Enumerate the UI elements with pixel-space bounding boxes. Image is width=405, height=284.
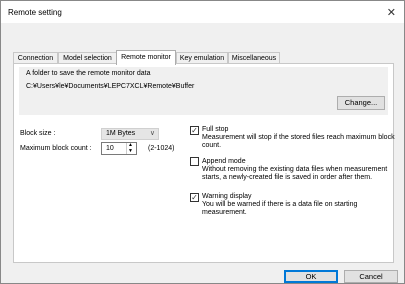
window-title: Remote setting: [8, 8, 62, 17]
block-size-value: 1M Bytes: [106, 130, 136, 137]
chevron-down-icon: ∨: [149, 130, 155, 137]
append-mode-description: Without removing the existing data files…: [202, 166, 388, 181]
warning-display-checkbox[interactable]: ✓: [190, 193, 199, 202]
full-stop-checkbox[interactable]: ✓: [190, 126, 199, 135]
close-icon[interactable]: ✕: [387, 6, 396, 19]
checkmark-icon: ✓: [191, 126, 198, 135]
tab-remote-monitor[interactable]: Remote monitor: [116, 50, 176, 65]
max-block-count-range: (2-1024): [148, 145, 175, 152]
max-block-count-label: Maximum block count :: [20, 145, 92, 152]
down-arrow-icon[interactable]: ▼: [128, 149, 133, 154]
checkmark-icon: ✓: [191, 193, 198, 202]
remote-setting-dialog: Remote setting ✕ Connection Model select…: [0, 0, 405, 284]
full-stop-description: Measurement will stop if the stored file…: [202, 134, 395, 149]
block-size-label: Block size :: [20, 130, 56, 137]
cancel-button-label: Cancel: [359, 272, 383, 281]
change-button[interactable]: Change...: [337, 96, 385, 110]
stepper-buttons[interactable]: ▲ ▼: [126, 143, 136, 154]
ok-button[interactable]: OK: [284, 270, 338, 283]
warning-display-description: You will be warned if there is a data fi…: [202, 201, 358, 216]
ok-button-label: OK: [305, 272, 317, 281]
append-mode-label[interactable]: Append mode: [202, 158, 246, 165]
title-bar: Remote setting ✕: [1, 1, 404, 23]
cancel-button[interactable]: Cancel: [344, 270, 398, 283]
max-block-count-value: 10: [106, 145, 114, 152]
change-button-label: Change...: [344, 98, 378, 107]
full-stop-label[interactable]: Full stop: [202, 126, 228, 133]
warning-display-label[interactable]: Warning display: [202, 193, 252, 200]
folder-path: C:¥Users¥le¥Documents¥LEPC7XCL¥Remote¥Bu…: [26, 83, 195, 90]
block-size-select[interactable]: 1M Bytes ∨: [101, 128, 159, 140]
max-block-count-stepper[interactable]: 10 ▲ ▼: [101, 142, 137, 155]
append-mode-checkbox[interactable]: [190, 157, 199, 166]
folder-label: A folder to save the remote monitor data: [26, 70, 151, 77]
